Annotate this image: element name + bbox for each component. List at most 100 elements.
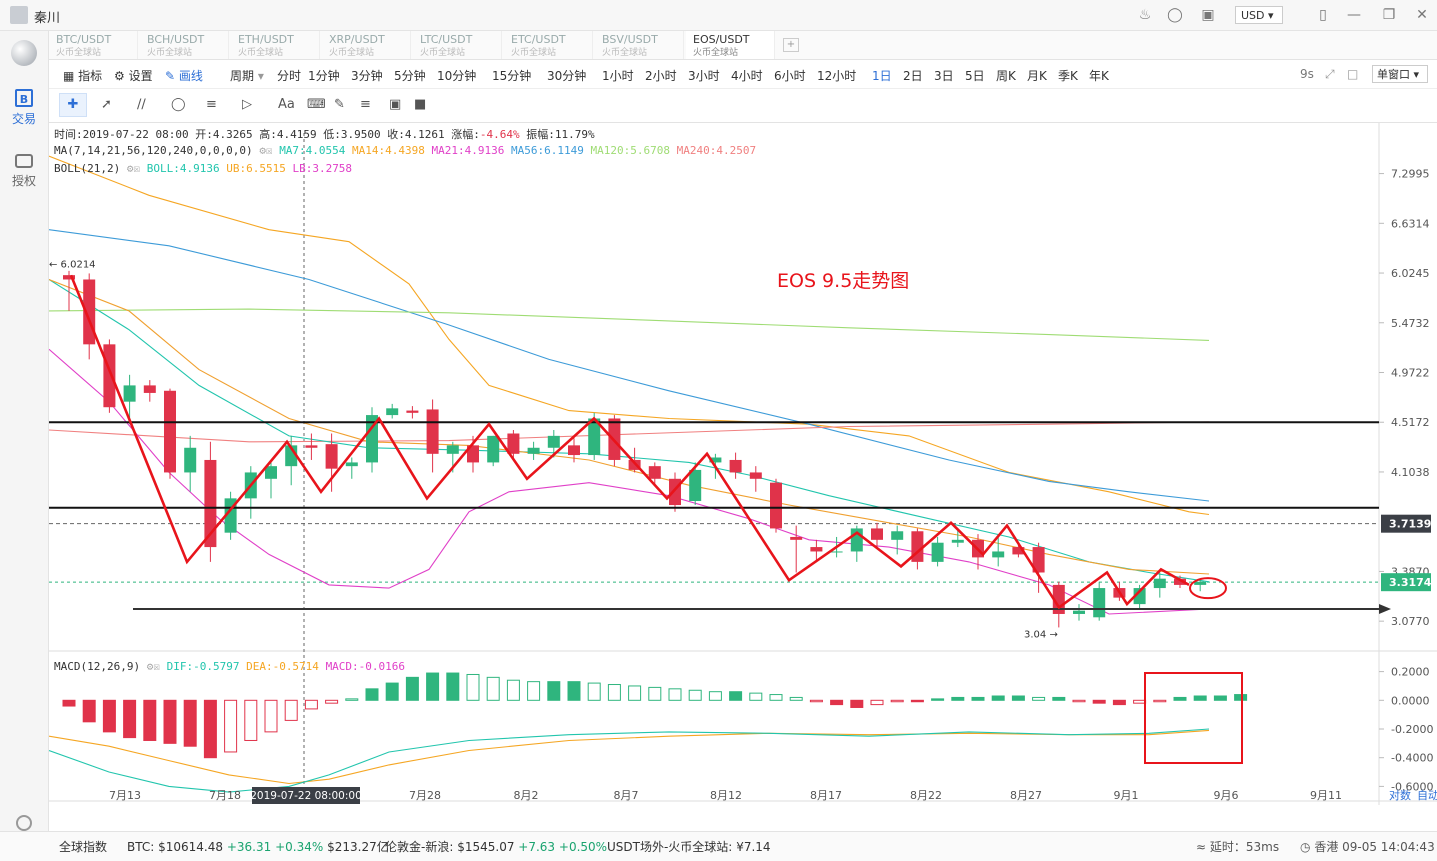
trash-icon[interactable]: ■ xyxy=(414,97,426,112)
ma-label[interactable]: MA(7,14,21,56,120,240,0,0,0,0) xyxy=(54,144,253,157)
settings-small-icon[interactable]: ⚙ xyxy=(259,144,266,157)
avatar[interactable] xyxy=(10,6,28,24)
text-tool[interactable]: Aa xyxy=(278,97,295,112)
period-option[interactable]: 5日 xyxy=(965,67,985,84)
fib-tool-icon[interactable]: ≡ xyxy=(206,97,217,112)
close-small-icon[interactable]: ☒ xyxy=(266,144,273,157)
tab-ltc-usdt[interactable]: LTC/USDT 火币全球站 xyxy=(413,31,502,59)
shirt-icon[interactable]: ▣ xyxy=(1200,7,1216,23)
window-select[interactable]: 单窗口 ▾ xyxy=(1372,65,1428,83)
candle-body xyxy=(891,531,904,540)
period-option[interactable]: 3分钟 xyxy=(351,67,383,84)
tab-btc-usdt[interactable]: BTC/USDT 火币全球站 xyxy=(49,31,138,59)
trend-arrow-head xyxy=(1379,604,1391,615)
gear-icon: ⚙ xyxy=(114,69,125,83)
time-label: 时间: xyxy=(54,128,83,141)
period-option[interactable]: 年K xyxy=(1089,67,1109,84)
window-mode-icon[interactable]: ▯ xyxy=(1315,7,1331,23)
moving-averages xyxy=(49,155,1210,615)
close-icon[interactable]: ✕ xyxy=(1414,7,1430,23)
measure-icon[interactable]: ≡ xyxy=(360,97,371,112)
global-index-label[interactable]: 全球指数 xyxy=(59,838,107,855)
macd-bar xyxy=(304,699,318,710)
username[interactable]: 秦川 xyxy=(34,7,60,26)
period-option[interactable]: 4小时 xyxy=(731,67,763,84)
period-option[interactable]: 5分钟 xyxy=(394,67,426,84)
lock-icon[interactable]: ▣ xyxy=(389,97,401,112)
time-tick: 8月17 xyxy=(810,789,842,802)
gold-ticker[interactable]: 伦敦金-新浪: $1545.07 +7.63 +0.50% xyxy=(385,838,607,855)
settings-icon[interactable] xyxy=(0,815,48,831)
period-option[interactable]: 月K xyxy=(1027,67,1047,84)
bell-icon[interactable]: ♨ xyxy=(1137,7,1153,23)
period-option[interactable]: 3日 xyxy=(934,67,954,84)
minimize-icon[interactable]: — xyxy=(1346,7,1362,23)
period-option[interactable]: 6小时 xyxy=(774,67,806,84)
period-option[interactable]: 30分钟 xyxy=(547,67,586,84)
pattern-tool-icon[interactable]: ▷ xyxy=(242,97,252,112)
boll-lower-line xyxy=(49,348,1210,615)
btc-ticker[interactable]: BTC: $10614.48 +36.31 +0.34% $213.27亿 xyxy=(127,838,389,855)
period-option[interactable]: 3小时 xyxy=(688,67,720,84)
candle-body xyxy=(810,547,823,552)
tab-eth-usdt[interactable]: ETH/USDT 火币全球站 xyxy=(231,31,320,59)
axis-mode-option[interactable]: 自动 xyxy=(1417,789,1437,802)
period-option[interactable]: 1日 xyxy=(872,67,892,84)
add-tab-button[interactable]: + xyxy=(783,38,799,52)
period-dropdown[interactable]: 周期 ▾ xyxy=(230,67,264,84)
macd-label[interactable]: MACD(12,26,9) xyxy=(54,660,140,673)
candle-body xyxy=(527,447,540,454)
macd-bar xyxy=(688,689,702,701)
tab-exchange: 火币全球站 xyxy=(147,48,193,58)
candle-body xyxy=(426,409,439,454)
fullscreen-icon[interactable]: ⤢ xyxy=(1325,67,1335,82)
currency-select[interactable]: USD ▾ xyxy=(1235,6,1283,24)
usdt-ticker[interactable]: USDT场外-火币全球站: ¥7.14 xyxy=(607,838,771,855)
tab-bch-usdt[interactable]: BCH/USDT 火币全球站 xyxy=(140,31,229,59)
axis-mode-option[interactable]: 对数 xyxy=(1389,788,1411,802)
tab-xrp-usdt[interactable]: XRP/USDT 火币全球站 xyxy=(322,31,411,59)
close-small-icon[interactable]: ☒ xyxy=(153,660,160,673)
crosshair-tool[interactable]: ✚ xyxy=(59,93,87,117)
parallel-tool-icon[interactable]: ∕∕ xyxy=(137,97,146,112)
period-option[interactable]: 15分钟 xyxy=(492,67,531,84)
shape-tool-icon[interactable]: ◯ xyxy=(171,97,186,112)
period-option[interactable]: 1小时 xyxy=(602,67,634,84)
period-option[interactable]: 分时 xyxy=(277,67,301,84)
tab-bsv-usdt[interactable]: BSV/USDT 火币全球站 xyxy=(595,31,684,59)
period-option[interactable]: 周K xyxy=(996,67,1016,84)
trendline-tool-icon[interactable]: ➚ xyxy=(101,97,112,112)
draw-label: 画线 xyxy=(178,69,203,83)
period-option[interactable]: 10分钟 xyxy=(437,67,476,84)
ma-mid-line xyxy=(49,278,1210,575)
indicator-label: 指标 xyxy=(78,69,103,83)
brush-icon[interactable]: ✎ xyxy=(334,97,345,112)
ma240-value: MA240:4.2507 xyxy=(676,144,757,157)
tab-eos-usdt[interactable]: EOS/USDT 火币全球站 xyxy=(686,31,775,59)
boll-label[interactable]: BOLL(21,2) xyxy=(54,162,120,175)
period-option[interactable]: 2日 xyxy=(903,67,923,84)
refresh-interval[interactable]: 9s xyxy=(1300,67,1314,81)
macd-bar xyxy=(405,676,419,701)
sidebar-item-auth[interactable]: 授权 xyxy=(0,154,48,189)
sidebar-item-trade[interactable]: B 交易 xyxy=(0,89,48,127)
macd-bar xyxy=(163,699,177,744)
macd-bar xyxy=(486,676,500,701)
candle-body xyxy=(1194,581,1207,585)
period-option[interactable]: 2小时 xyxy=(645,67,677,84)
period-option[interactable]: 季K xyxy=(1058,67,1078,84)
time-tick: 9月1 xyxy=(1114,789,1139,802)
settings-button[interactable]: ⚙ 设置 xyxy=(114,67,153,84)
candlestick-chart[interactable]: 0.20000.0000-0.2000-0.4000-0.6000 EOS 9.… xyxy=(49,123,1437,805)
close-small-icon[interactable]: ☒ xyxy=(133,162,140,175)
chat-icon[interactable]: ◯ xyxy=(1167,7,1183,23)
draw-button[interactable]: ✎ 画线 xyxy=(165,67,203,84)
period-option[interactable]: 12小时 xyxy=(817,67,856,84)
candle-body xyxy=(123,385,136,402)
ruler-icon[interactable]: ⌨ xyxy=(307,97,326,112)
tab-etc-usdt[interactable]: ETC/USDT 火币全球站 xyxy=(504,31,593,59)
screenshot-icon[interactable]: □ xyxy=(1347,67,1358,81)
period-option[interactable]: 1分钟 xyxy=(308,67,340,84)
restore-icon[interactable]: ❐ xyxy=(1381,7,1397,23)
indicator-button[interactable]: ▦ 指标 xyxy=(63,67,102,84)
